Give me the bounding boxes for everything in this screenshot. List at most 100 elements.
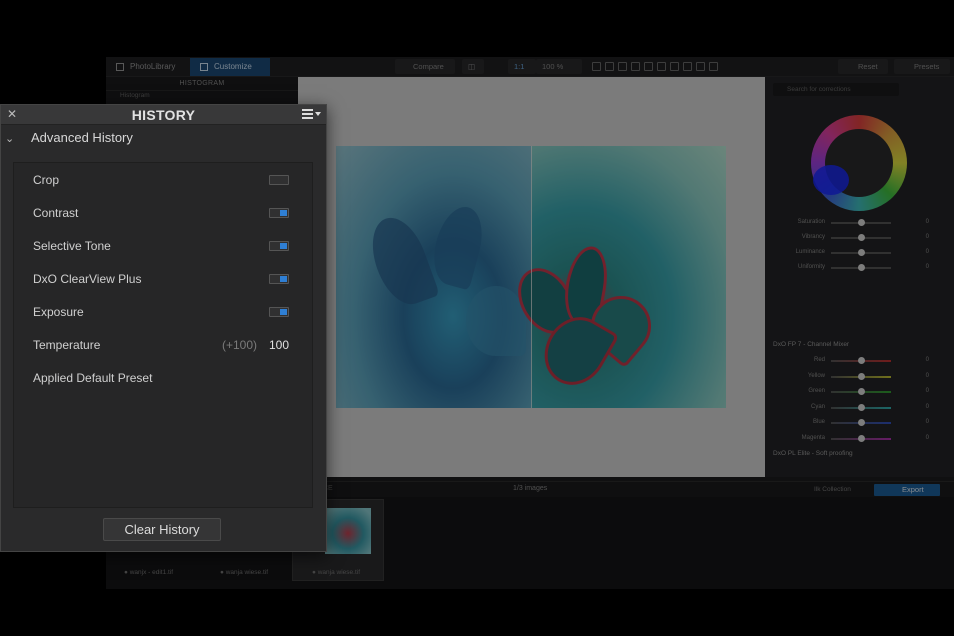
channel-mixer-title[interactable]: DxO FP 7 - Channel Mixer <box>773 341 849 348</box>
thumbnail-name[interactable]: ● wanja wiese.tif <box>312 569 360 576</box>
history-item-label: Temperature <box>33 338 101 352</box>
slider-value[interactable]: 0 <box>909 219 929 225</box>
right-panel: Search for corrections Saturation 0 Vibran… <box>765 77 954 477</box>
toggle-off[interactable] <box>269 175 289 185</box>
split-divider[interactable] <box>531 146 532 408</box>
reset-button[interactable]: Reset <box>838 59 888 74</box>
hsl-color-wheel[interactable] <box>811 115 907 211</box>
screen: PhotoLibrary Customize Compare ◫ 1:1 100… <box>0 0 954 636</box>
history-titlebar[interactable]: ✕ HISTORY <box>1 105 326 125</box>
tab-label: Customize <box>214 62 252 71</box>
history-item-label: Selective Tone <box>33 239 111 253</box>
chevron-down-icon: ⌄ <box>5 133 15 145</box>
history-item-crop[interactable]: Crop <box>14 166 312 192</box>
slider-knob[interactable] <box>858 234 865 241</box>
history-list: Crop Contrast Selective Tone DxO ClearVi… <box>13 162 313 508</box>
slider-knob[interactable] <box>858 372 865 380</box>
slider-vibrancy[interactable]: Vibrancy 0 <box>765 232 954 244</box>
perspective-icon[interactable] <box>644 62 653 71</box>
histogram-header[interactable]: HISTOGRAM <box>106 77 298 91</box>
history-item-temperature[interactable]: Temperature (+100) 100 <box>14 331 312 357</box>
advanced-history-header[interactable]: ⌄ Advanced History <box>1 127 326 151</box>
slider-label: Red <box>813 357 825 363</box>
tab-label: PhotoLibrary <box>130 62 176 71</box>
slider-value[interactable]: 0 <box>909 249 929 255</box>
toggle-on[interactable] <box>269 241 289 251</box>
thumbnail-name[interactable]: ● wanja wiese.tif <box>220 569 268 576</box>
history-item-label: DxO ClearView Plus <box>33 272 142 286</box>
toggle-on[interactable] <box>269 307 289 317</box>
slider-value[interactable]: 0 <box>909 357 929 363</box>
horizon-icon[interactable] <box>657 62 666 71</box>
image-count: 1/3 images <box>513 485 548 492</box>
slider-label: Yellow <box>807 372 825 379</box>
repair-icon[interactable] <box>670 62 679 71</box>
slider-value[interactable]: 0 <box>909 264 929 270</box>
top-toolbar: PhotoLibrary Customize Compare ◫ 1:1 100… <box>106 57 954 77</box>
toggle-on[interactable] <box>269 274 289 284</box>
export-button[interactable]: Export <box>874 484 940 496</box>
slider-knob[interactable] <box>858 357 865 364</box>
image-viewer[interactable] <box>298 77 765 477</box>
menu-icon <box>302 109 313 119</box>
histogram-subheader[interactable]: Histogram <box>106 91 298 101</box>
brush-icon[interactable] <box>696 62 705 71</box>
crop-icon[interactable] <box>592 62 601 71</box>
history-item-contrast[interactable]: Contrast <box>14 199 312 225</box>
clear-history-button[interactable]: Clear History <box>103 518 221 541</box>
slider-knob[interactable] <box>858 388 865 395</box>
soft-proofing-title[interactable]: DxO PL Elite - Soft proofing <box>773 450 853 457</box>
slider-green[interactable]: Green 0 <box>765 386 954 398</box>
collection-button[interactable]: Ilk Collection <box>796 484 866 496</box>
slider-knob[interactable] <box>858 264 865 271</box>
history-item-selective-tone[interactable]: Selective Tone <box>14 232 312 258</box>
corrections-search-input[interactable]: Search for corrections <box>773 83 899 96</box>
slider-label: Blue <box>812 419 825 425</box>
before-image <box>336 146 531 408</box>
slider-red[interactable]: Red 0 <box>765 355 954 367</box>
history-item-default-preset[interactable]: Applied Default Preset <box>14 364 312 390</box>
rotate-icon[interactable] <box>605 62 614 71</box>
split-view-button[interactable]: ◫ <box>462 59 484 74</box>
thumbnail-name[interactable]: ● wanjx - edit1.tif <box>124 569 173 576</box>
compare-button[interactable]: Compare <box>395 59 455 74</box>
history-item-label: Crop <box>33 173 60 187</box>
slider-value[interactable]: 0 <box>909 435 929 441</box>
redeye-icon[interactable] <box>631 62 640 71</box>
slider-blue[interactable]: Blue 0 <box>765 417 954 429</box>
slider-knob[interactable] <box>858 249 865 256</box>
slider-knob[interactable] <box>858 403 865 411</box>
slider-value[interactable]: 0 <box>909 419 929 425</box>
history-item-clearview[interactable]: DxO ClearView Plus <box>14 265 312 291</box>
slider-saturation[interactable]: Saturation 0 <box>765 217 954 229</box>
mask-icon[interactable] <box>683 62 692 71</box>
slider-value[interactable]: 0 <box>909 388 929 394</box>
toggle-on[interactable] <box>269 208 289 218</box>
zoom-percent-select[interactable]: 100 % <box>536 59 582 74</box>
slider-label: Vibrancy <box>801 234 825 240</box>
slider-luminance[interactable]: Luminance 0 <box>765 247 954 259</box>
slider-knob[interactable] <box>858 419 865 426</box>
zoom-fit-button[interactable]: 1:1 <box>508 59 536 74</box>
tab-customize[interactable]: Customize <box>190 58 270 76</box>
slider-uniformity[interactable]: Uniformity 0 <box>765 262 954 274</box>
selected-hue-range[interactable] <box>813 165 849 195</box>
history-item-exposure[interactable]: Exposure <box>14 298 312 324</box>
history-menu-button[interactable] <box>302 108 322 122</box>
slider-cyan[interactable]: Cyan 0 <box>765 402 954 414</box>
slider-value[interactable]: 0 <box>909 373 929 379</box>
tab-photolibrary[interactable]: PhotoLibrary <box>106 58 190 76</box>
slider-value[interactable]: 0 <box>909 404 929 410</box>
grid-icon <box>116 63 124 71</box>
slider-knob[interactable] <box>858 434 865 442</box>
presets-button[interactable]: Presets <box>894 59 950 74</box>
slider-knob[interactable] <box>858 219 865 226</box>
eye-icon[interactable] <box>709 62 718 71</box>
history-item-label: Contrast <box>33 206 79 220</box>
advanced-history-title: Advanced History <box>31 130 133 145</box>
slider-label: Saturation <box>797 219 825 225</box>
slider-magenta[interactable]: Magenta 0 <box>765 433 954 445</box>
slider-yellow[interactable]: Yellow 0 <box>765 371 954 383</box>
slider-value[interactable]: 0 <box>909 234 929 240</box>
picker-icon[interactable] <box>618 62 627 71</box>
